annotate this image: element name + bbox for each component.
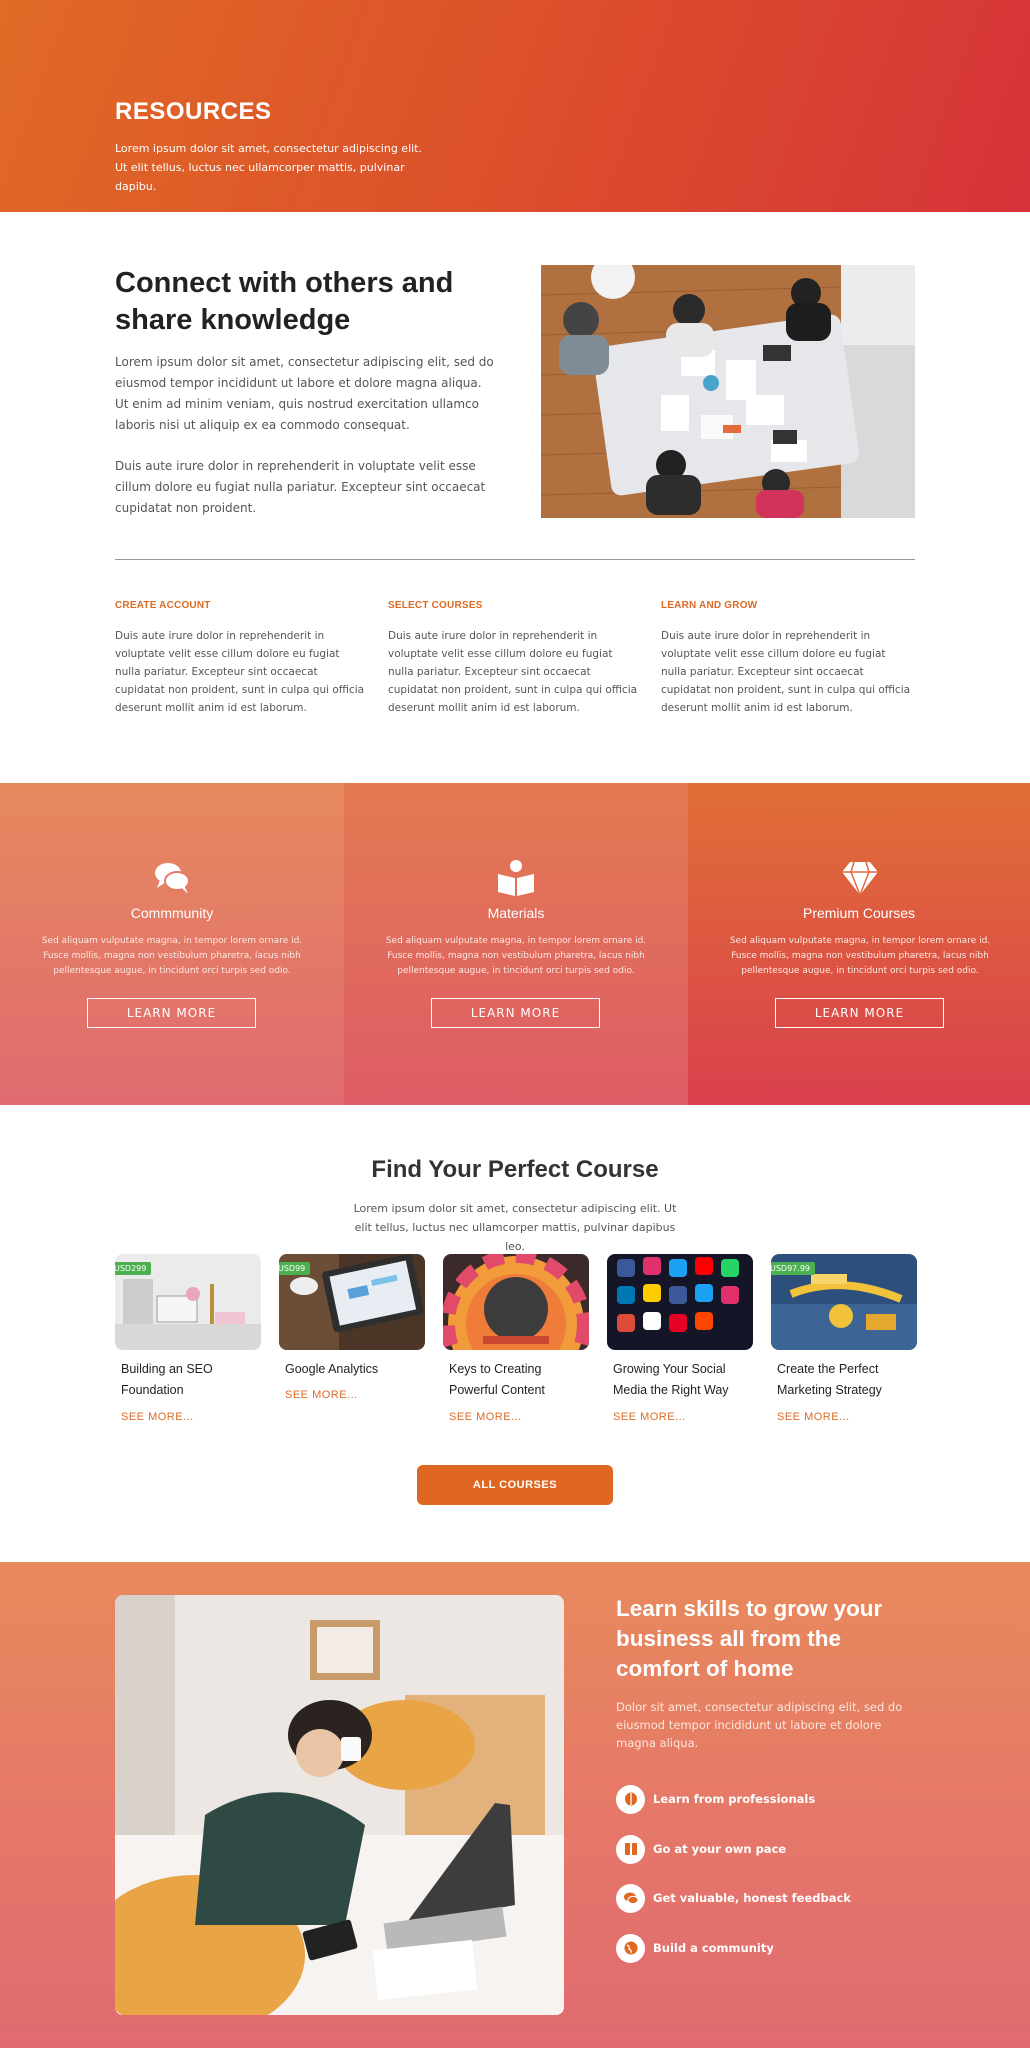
benefit-label: Build a community — [653, 1941, 774, 1955]
hero-title: RESOURCES — [115, 98, 272, 125]
feature-premium-courses: Premium Courses Sed aliquam vulputate ma… — [688, 783, 1030, 1105]
hero-subtitle: Lorem ipsum dolor sit amet, consectetur … — [115, 142, 422, 193]
course-title[interactable]: Google Analytics — [285, 1359, 425, 1380]
feature-title: Commmunity — [130, 905, 214, 921]
open-book-reader-icon — [498, 860, 534, 896]
globe-icon — [616, 1933, 645, 1963]
see-more-link[interactable]: SEE MORE... — [449, 1411, 522, 1423]
step-text: Duis aute irure dolor in reprehenderit i… — [388, 630, 638, 714]
feature-community: Commmunity Sed aliquam vulputate magna, … — [0, 783, 344, 1105]
course-title[interactable]: Keys to Creating Powerful Content — [449, 1359, 589, 1401]
connect-title: Connect with others and share knowledge — [115, 267, 454, 336]
chat-icon — [616, 1883, 645, 1913]
benefit-item: Go at your own pace — [616, 1834, 786, 1864]
course-card[interactable]: Growing Your Social Media the Right Way … — [607, 1254, 753, 1423]
price-badge: USD299 — [115, 1262, 152, 1275]
course-thumbnail[interactable]: USD97.99 — [771, 1254, 917, 1350]
course-card[interactable]: USD299 Building an SEO Foundation SEE MO… — [115, 1254, 261, 1423]
brain-icon — [616, 1784, 645, 1814]
feature-title: Materials — [487, 905, 545, 921]
meeting-photo — [541, 265, 915, 518]
course-thumbnail[interactable]: USD299 — [115, 1254, 261, 1350]
feature-materials: Materials Sed aliquam vulputate magna, i… — [344, 783, 688, 1105]
feature-text: Sed aliquam vulputate magna, in tempor l… — [385, 936, 647, 976]
step-title: SELECT COURSES — [388, 600, 483, 611]
learn-more-button[interactable]: LEARN MORE — [431, 998, 600, 1028]
feature-title: Premium Courses — [802, 905, 916, 921]
learn-skills-section: Learn skills to grow your business all f… — [0, 1562, 1030, 2048]
benefit-label: Go at your own pace — [653, 1842, 787, 1856]
chat-bubbles-icon — [155, 863, 190, 894]
step-title: CREATE ACCOUNT — [115, 600, 211, 611]
step-select-courses: SELECT COURSES Duis aute irure dolor in … — [388, 600, 638, 717]
course-thumbnail[interactable]: USD99 — [279, 1254, 425, 1350]
find-course-title: Find Your Perfect Course — [371, 1156, 659, 1183]
course-thumbnail[interactable] — [443, 1254, 589, 1350]
connect-paragraph: Lorem ipsum dolor sit amet, consectetur … — [115, 355, 494, 432]
step-title: LEARN AND GROW — [661, 600, 758, 611]
diamond-icon — [842, 861, 878, 898]
step-text: Duis aute irure dolor in reprehenderit i… — [115, 630, 365, 714]
price-badge: USD97.99 — [771, 1262, 815, 1275]
connect-paragraph: Duis aute irure dolor in reprehenderit i… — [115, 459, 486, 515]
benefit-item: Get valuable, honest feedback — [616, 1883, 851, 1913]
pause-icon — [616, 1834, 645, 1864]
hero-banner: RESOURCES Lorem ipsum dolor sit amet, co… — [0, 0, 1030, 212]
price-badge: USD99 — [279, 1262, 311, 1275]
course-card[interactable]: Keys to Creating Powerful Content SEE MO… — [443, 1254, 589, 1423]
course-card[interactable]: USD99 Google Analytics SEE MORE... — [279, 1254, 425, 1401]
benefit-label: Get valuable, honest feedback — [653, 1891, 851, 1905]
features-section: Commmunity Sed aliquam vulputate magna, … — [0, 783, 1030, 1105]
woman-laptop-photo — [115, 1595, 564, 2015]
all-courses-button[interactable]: ALL COURSES — [417, 1465, 613, 1505]
feature-text: Sed aliquam vulputate magna, in tempor l… — [729, 936, 991, 976]
see-more-link[interactable]: SEE MORE... — [121, 1411, 194, 1423]
section-divider — [115, 559, 915, 560]
see-more-link[interactable]: SEE MORE... — [777, 1411, 850, 1423]
course-title[interactable]: Building an SEO Foundation — [121, 1359, 261, 1401]
see-more-link[interactable]: SEE MORE... — [285, 1389, 358, 1401]
benefit-item: Build a community — [616, 1933, 774, 1963]
learn-skills-title: Learn skills to grow your business all f… — [616, 1596, 883, 1681]
benefit-label: Learn from professionals — [653, 1792, 816, 1806]
find-course-subtitle: Lorem ipsum dolor sit amet, consectetur … — [353, 1202, 677, 1253]
learn-more-button[interactable]: LEARN MORE — [87, 998, 256, 1028]
course-title[interactable]: Create the Perfect Marketing Strategy — [777, 1359, 917, 1401]
course-thumbnail[interactable] — [607, 1254, 753, 1350]
step-learn-and-grow: LEARN AND GROW Duis aute irure dolor in … — [661, 600, 911, 717]
learn-skills-text: Dolor sit amet, consectetur adipiscing e… — [616, 1700, 903, 1750]
learn-more-button[interactable]: LEARN MORE — [775, 998, 944, 1028]
benefit-item: Learn from professionals — [616, 1784, 815, 1814]
course-card[interactable]: USD97.99 Create the Perfect Marketing St… — [771, 1254, 917, 1423]
see-more-link[interactable]: SEE MORE... — [613, 1411, 686, 1423]
step-text: Duis aute irure dolor in reprehenderit i… — [661, 630, 911, 714]
step-create-account: CREATE ACCOUNT Duis aute irure dolor in … — [115, 600, 365, 717]
course-title[interactable]: Growing Your Social Media the Right Way — [613, 1359, 753, 1401]
feature-text: Sed aliquam vulputate magna, in tempor l… — [41, 936, 303, 976]
